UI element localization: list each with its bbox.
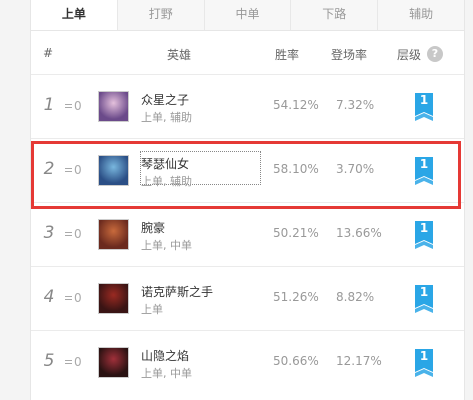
- tier-value: 1: [419, 221, 429, 235]
- champion-avatar[interactable]: [98, 283, 129, 314]
- rank-number: 3: [43, 223, 55, 243]
- tab-support[interactable]: 辅助: [378, 0, 464, 30]
- tab-bottom[interactable]: 下路: [291, 0, 379, 30]
- equal-icon: [65, 294, 72, 302]
- column-pick-rate[interactable]: 登场率: [331, 46, 367, 63]
- position-tabs: 上单 打野 中单 下路 辅助: [31, 0, 464, 31]
- win-rate: 54.12%: [273, 98, 319, 112]
- tab-mid[interactable]: 中单: [205, 0, 292, 30]
- rank-change-value: 0: [74, 227, 82, 241]
- rank-change: 0: [65, 291, 82, 305]
- column-rank: #: [43, 46, 54, 60]
- pick-rate: 12.17%: [336, 354, 382, 368]
- champion-avatar[interactable]: [98, 155, 129, 186]
- rank-number: 5: [43, 351, 55, 371]
- table-row[interactable]: 1 0 众星之子 上单, 辅助 54.12% 7.32% 1: [31, 74, 464, 138]
- tier-value: 1: [419, 285, 429, 299]
- table-row[interactable]: 5 0 山隐之焰 上单, 中单 50.66% 12.17% 1: [31, 330, 464, 394]
- rank-change-value: 0: [74, 99, 82, 113]
- rank-change-value: 0: [74, 291, 82, 305]
- rank-change: 0: [65, 163, 82, 177]
- champion-roles: 上单, 辅助: [141, 111, 192, 124]
- champion-name[interactable]: 诺克萨斯之手: [141, 283, 213, 300]
- tier-value: 1: [419, 93, 429, 107]
- tier-badge: 1: [413, 156, 435, 186]
- rank-change: 0: [65, 227, 82, 241]
- champion-roles: 上单, 中单: [141, 367, 192, 380]
- champion-avatar[interactable]: [98, 347, 129, 378]
- pick-rate: 13.66%: [336, 226, 382, 240]
- tier-value: 1: [419, 349, 429, 363]
- champion-avatar[interactable]: [98, 91, 129, 122]
- column-hero: 英雄: [167, 48, 192, 62]
- rank-number: 2: [43, 159, 55, 179]
- table-row[interactable]: 2 0 琴瑟仙女 上单, 辅助 58.10% 3.70% 1: [31, 138, 464, 202]
- champion-name[interactable]: 山隐之焰: [141, 347, 189, 364]
- champion-name[interactable]: 腕豪: [141, 219, 165, 236]
- champion-roles: 上单, 中单: [141, 239, 192, 252]
- pick-rate: 7.32%: [336, 98, 375, 112]
- champion-list: 1 0 众星之子 上单, 辅助 54.12% 7.32% 1 2 0 琴瑟仙女 …: [31, 74, 464, 394]
- tier-value: 1: [419, 157, 429, 171]
- column-tier[interactable]: 层级: [397, 46, 421, 63]
- tier-badge: 1: [413, 348, 435, 378]
- equal-icon: [65, 230, 72, 238]
- rank-change: 0: [65, 99, 82, 113]
- pick-rate: 3.70%: [336, 162, 375, 176]
- equal-icon: [65, 102, 72, 110]
- champion-name[interactable]: 众星之子: [141, 91, 189, 108]
- win-rate: 51.26%: [273, 290, 319, 304]
- win-rate: 58.10%: [273, 162, 319, 176]
- equal-icon: [65, 166, 72, 174]
- win-rate: 50.21%: [273, 226, 319, 240]
- win-rate: 50.66%: [273, 354, 319, 368]
- rank-number: 4: [43, 287, 55, 307]
- table-header: # 英雄 胜率 登场率 层级 ?: [31, 30, 464, 74]
- rank-change-value: 0: [74, 163, 82, 177]
- table-row[interactable]: 3 0 腕豪 上单, 中单 50.21% 13.66% 1: [31, 202, 464, 266]
- tab-top[interactable]: 上单: [31, 0, 118, 30]
- tier-badge: 1: [413, 220, 435, 250]
- table-row[interactable]: 4 0 诺克萨斯之手 上单 51.26% 8.82% 1: [31, 266, 464, 330]
- champion-roles: 上单, 辅助: [141, 175, 192, 188]
- help-icon[interactable]: ?: [427, 46, 443, 62]
- equal-icon: [65, 358, 72, 366]
- champion-roles: 上单: [141, 303, 163, 316]
- pick-rate: 8.82%: [336, 290, 375, 304]
- rank-change-value: 0: [74, 355, 82, 369]
- champion-name[interactable]: 琴瑟仙女: [141, 155, 189, 172]
- rank-change: 0: [65, 355, 82, 369]
- tab-jungle[interactable]: 打野: [118, 0, 205, 30]
- champion-avatar[interactable]: [98, 219, 129, 250]
- rank-number: 1: [43, 95, 55, 115]
- tier-badge: 1: [413, 92, 435, 122]
- tier-badge: 1: [413, 284, 435, 314]
- column-win-rate[interactable]: 胜率: [275, 46, 299, 63]
- champion-tier-panel: 上单 打野 中单 下路 辅助 # 英雄 胜率 登场率 层级 ? 1 0 众星之子…: [30, 0, 465, 400]
